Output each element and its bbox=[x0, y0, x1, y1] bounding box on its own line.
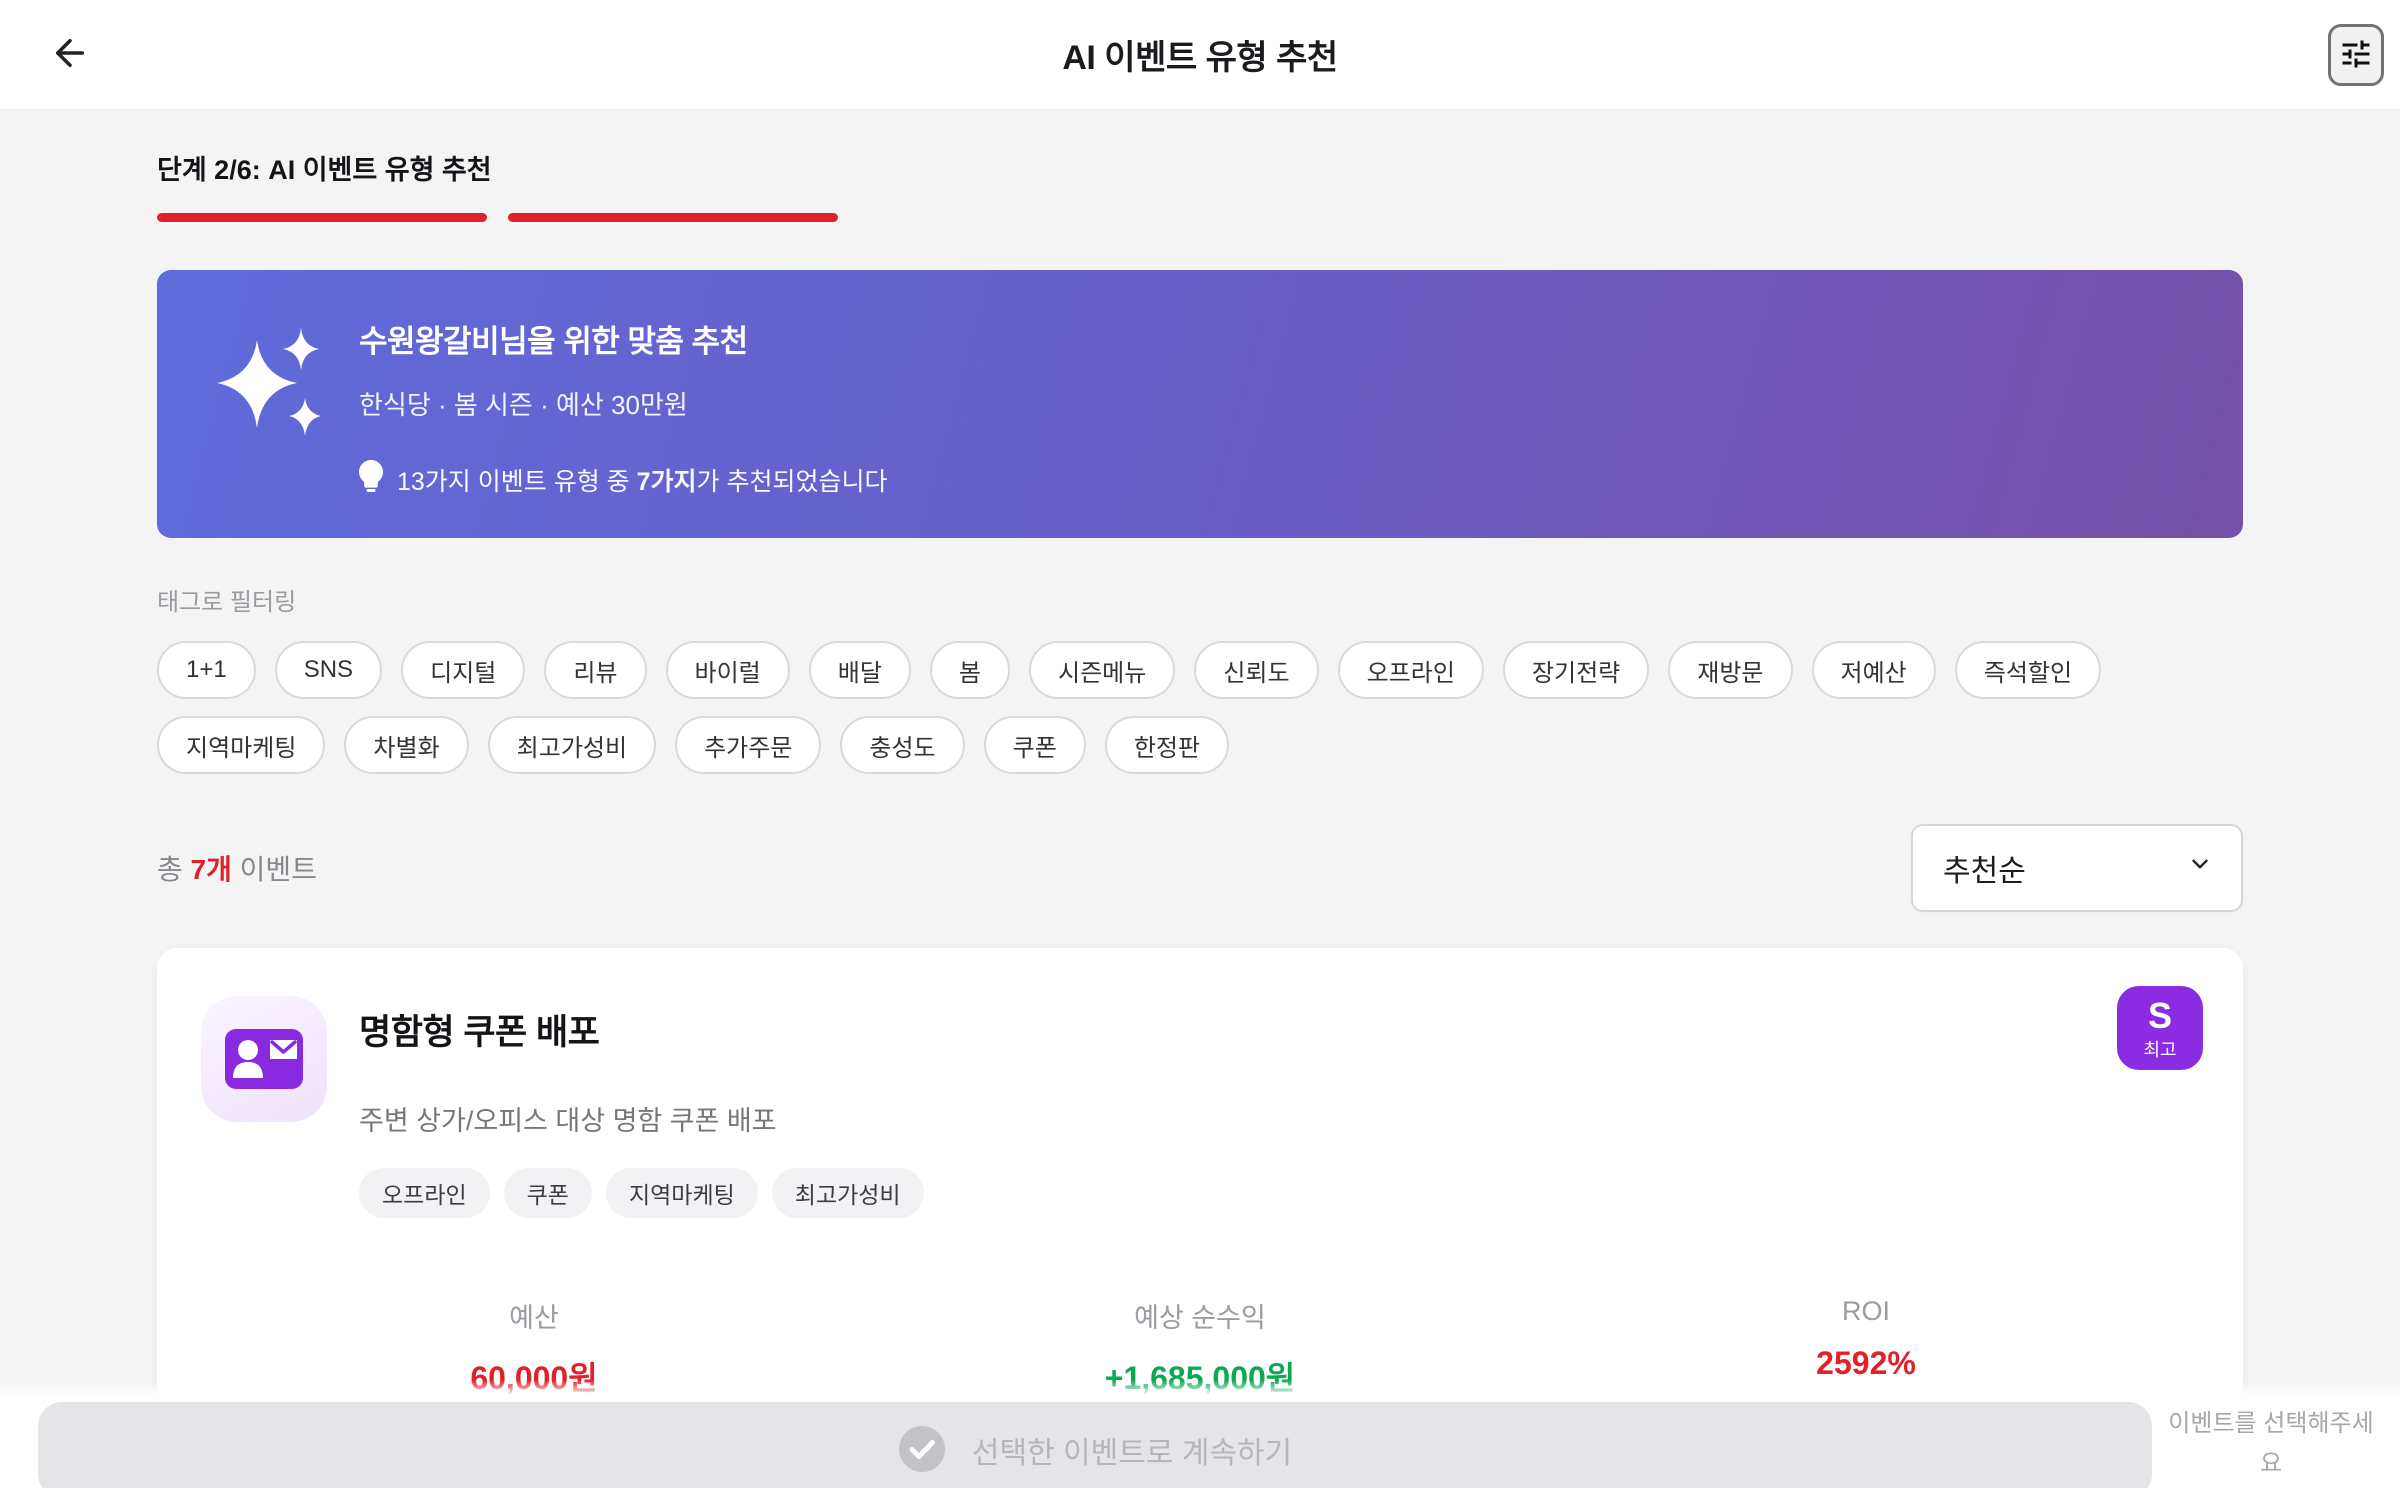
progress-segment bbox=[859, 213, 1189, 222]
event-count: 총 7개 이벤트 bbox=[157, 854, 317, 885]
banner-subtitle: 한식당 · 봄 시즌 · 예산 30만원 bbox=[359, 390, 688, 420]
progress-segment bbox=[1562, 213, 1892, 222]
sort-select-value: 추천순 bbox=[1943, 855, 2026, 888]
progress-segment bbox=[1211, 213, 1541, 222]
filter-tag-chip[interactable]: 배달 bbox=[808, 641, 911, 699]
step-label: 단계 2/6: AI 이벤트 유형 추천 bbox=[157, 155, 492, 185]
stat-value: 2592% bbox=[1816, 1345, 1916, 1381]
grade-letter: S bbox=[2147, 994, 2172, 1036]
event-tags: 오프라인 쿠폰 지역마케팅 최고가성비 bbox=[359, 1168, 924, 1218]
filter-tag-chip[interactable]: 1+1 bbox=[157, 641, 256, 699]
lightbulb-icon bbox=[359, 460, 383, 499]
filter-tag-chip[interactable]: 한정판 bbox=[1104, 716, 1230, 774]
event-description: 주변 상가/오피스 대상 명함 쿠폰 배포 bbox=[359, 1106, 777, 1136]
filter-tag-chip[interactable]: 재방문 bbox=[1668, 641, 1793, 699]
chevron-down-icon bbox=[2187, 851, 2213, 885]
continue-button-label: 선택한 이벤트로 계속하기 bbox=[971, 1437, 1293, 1470]
bottom-bar: 선택한 이벤트로 계속하기 이벤트를 선택해주세요 bbox=[0, 1380, 2400, 1488]
progress-bar bbox=[157, 213, 2243, 222]
filter-tag-chip[interactable]: 바이럴 bbox=[665, 641, 790, 699]
stat-label: ROI bbox=[1841, 1296, 1890, 1326]
sort-select[interactable]: 추천순 bbox=[1911, 824, 2243, 912]
event-card-texts: 명함형 쿠폰 배포 주변 상가/오피스 대상 명함 쿠폰 배포 오프라인 쿠폰 지역… bbox=[359, 996, 924, 1218]
filter-tag-chip[interactable]: 지역마케팅 bbox=[157, 716, 326, 774]
event-title: 명함형 쿠폰 배포 bbox=[359, 1013, 600, 1052]
filter-settings-button[interactable] bbox=[2328, 24, 2384, 86]
filter-tag-chip[interactable]: 시즌메뉴 bbox=[1029, 641, 1176, 699]
filter-tag-chip[interactable]: SNS bbox=[274, 641, 383, 699]
filter-tag-chip[interactable]: 신뢰도 bbox=[1194, 641, 1319, 699]
event-card-head: 명함형 쿠폰 배포 주변 상가/오피스 대상 명함 쿠폰 배포 오프라인 쿠폰 지역… bbox=[201, 996, 2199, 1218]
banner-info: 13가지 이벤트 유형 중 7가지가 추천되었습니다 bbox=[359, 460, 887, 499]
page-title: AI 이벤트 유형 추천 bbox=[1062, 39, 1338, 77]
ai-recommendation-banner: 수원왕갈비님을 위한 맞춤 추천 한식당 · 봄 시즌 · 예산 30만원 13… bbox=[157, 270, 2243, 538]
filter-tag-chip[interactable]: 쿠폰 bbox=[983, 716, 1086, 774]
filter-tag-chip[interactable]: 추가주문 bbox=[675, 716, 822, 774]
progress-segment bbox=[1913, 213, 2243, 222]
banner-info-text: 13가지 이벤트 유형 중 7가지가 추천되었습니다 bbox=[397, 467, 888, 496]
filter-tag-chip[interactable]: 오프라인 bbox=[1337, 641, 1484, 699]
filter-tags: 1+1 SNS 디지털 리뷰 바이럴 배달 봄 시즌메뉴 신뢰도 오프라인 장기전략 재방문 저예산 즉석… bbox=[157, 641, 2243, 774]
sparkles-icon bbox=[211, 326, 323, 453]
filter-tag-chip[interactable]: 즉석할인 bbox=[1954, 641, 2102, 699]
check-circle-icon bbox=[898, 1425, 946, 1476]
filter-tag-chip[interactable]: 리뷰 bbox=[544, 641, 647, 699]
grade-label: 최고 bbox=[2143, 1039, 2177, 1060]
back-arrow-icon bbox=[49, 32, 91, 77]
filter-tag-chip[interactable]: 저예산 bbox=[1811, 641, 1936, 699]
event-tag: 최고가성비 bbox=[771, 1168, 924, 1218]
filter-tag-chip[interactable]: 장기전략 bbox=[1502, 641, 1650, 699]
event-tag: 오프라인 bbox=[359, 1168, 490, 1218]
continue-button[interactable]: 선택한 이벤트로 계속하기 bbox=[38, 1402, 2152, 1488]
progress-segment bbox=[157, 213, 488, 222]
header: AI 이벤트 유형 추천 bbox=[0, 0, 2400, 110]
event-tag: 지역마케팅 bbox=[605, 1168, 758, 1218]
event-tag: 쿠폰 bbox=[503, 1168, 592, 1218]
filter-tag-chip[interactable]: 충성도 bbox=[840, 716, 965, 774]
contact-coupon-icon bbox=[201, 996, 327, 1122]
main-content: 단계 2/6: AI 이벤트 유형 추천 수원왕갈비님을 위한 맞춤 추천 한식… bbox=[0, 148, 2400, 1488]
select-event-helper-text: 이벤트를 선택해주세요 bbox=[2168, 1410, 2374, 1477]
progress-segment bbox=[508, 213, 839, 222]
filter-tag-chip[interactable]: 디지털 bbox=[401, 641, 526, 699]
stat-label: 예산 bbox=[509, 1303, 559, 1333]
grade-badge: S 최고 bbox=[2117, 986, 2203, 1070]
filter-tag-chip[interactable]: 최고가성비 bbox=[487, 716, 657, 774]
filter-label: 태그로 필터링 bbox=[157, 589, 297, 616]
filter-tag-chip[interactable]: 차별화 bbox=[344, 716, 469, 774]
list-header: 총 7개 이벤트 추천순 bbox=[157, 824, 2243, 912]
back-button[interactable] bbox=[42, 27, 98, 83]
banner-text-block: 수원왕갈비님을 위한 맞춤 추천 한식당 · 봄 시즌 · 예산 30만원 13… bbox=[359, 316, 887, 499]
banner-title: 수원왕갈비님을 위한 맞춤 추천 bbox=[359, 324, 748, 359]
filter-tag-chip[interactable]: 봄 bbox=[929, 641, 1011, 699]
stat-label: 예상 순수익 bbox=[1134, 1303, 1266, 1333]
tune-sliders-icon bbox=[2338, 36, 2374, 75]
